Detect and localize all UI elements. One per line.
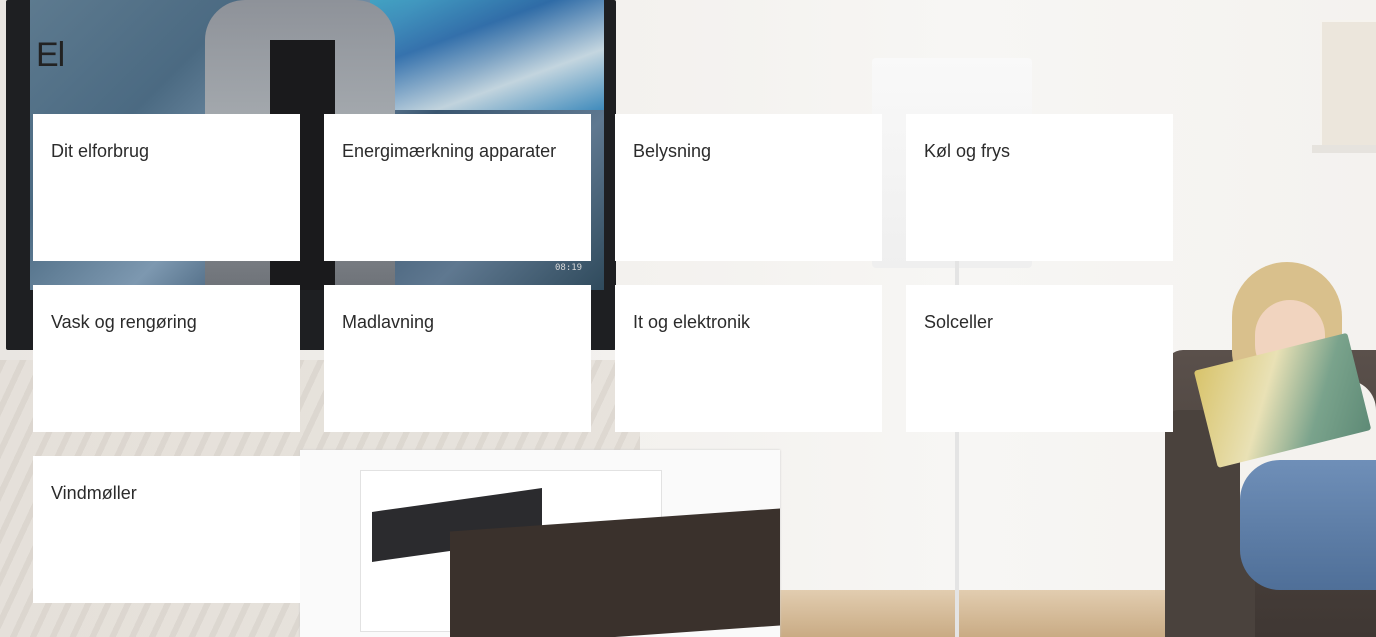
tile-madlavning[interactable]: Madlavning (324, 285, 591, 432)
tile-energimaerkning-apparater[interactable]: Energimærkning apparater (324, 114, 591, 261)
tile-vindmoller[interactable]: Vindmøller (33, 456, 300, 603)
page-title: El (36, 36, 65, 74)
tile-label: Dit elforbrug (51, 141, 150, 161)
girl-jeans (1240, 460, 1376, 590)
wall-picture (1320, 20, 1376, 149)
tile-label: Belysning (633, 141, 712, 161)
tile-label: Vask og rengøring (51, 312, 197, 332)
tile-kol-og-frys[interactable]: Køl og frys (906, 114, 1173, 261)
tile-belysning[interactable]: Belysning (615, 114, 882, 261)
tile-label: Solceller (924, 312, 994, 332)
tile-it-og-elektronik[interactable]: It og elektronik (615, 285, 882, 432)
tile-label: It og elektronik (633, 312, 751, 332)
tile-label: Energimærkning apparater (342, 141, 557, 161)
category-tile-grid: Dit elforbrug Energimærkning apparater B… (33, 114, 1173, 603)
tile-solceller[interactable]: Solceller (906, 285, 1173, 432)
tile-label: Vindmøller (51, 483, 137, 503)
tile-label: Madlavning (342, 312, 435, 332)
wall-shelf (1312, 145, 1376, 153)
tile-dit-elforbrug[interactable]: Dit elforbrug (33, 114, 300, 261)
tv-weather-map (370, 0, 604, 110)
tile-label: Køl og frys (924, 141, 1011, 161)
tile-vask-og-rengoring[interactable]: Vask og rengøring (33, 285, 300, 432)
